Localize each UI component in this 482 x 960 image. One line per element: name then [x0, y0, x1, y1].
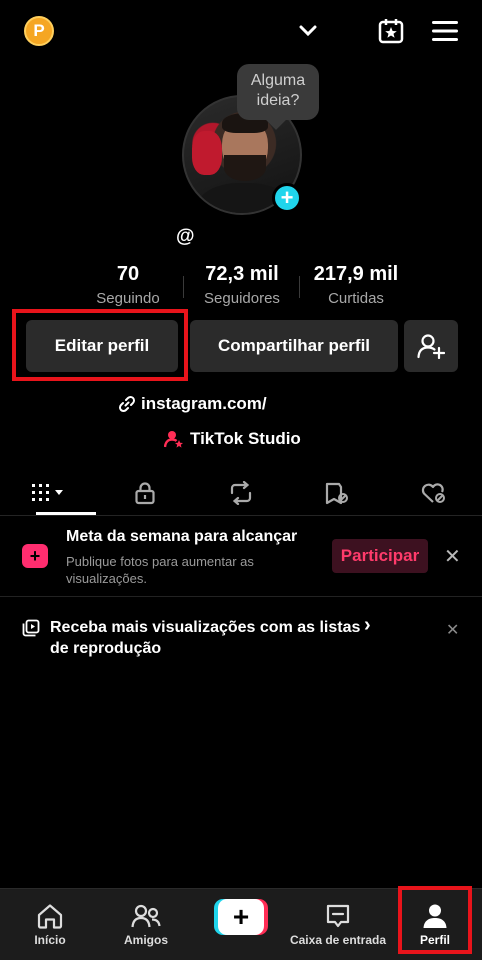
tiktok-studio-link[interactable]: TikTok Studio — [164, 429, 301, 449]
menu-icon[interactable] — [430, 18, 460, 44]
likes-label: Curtidas — [328, 290, 384, 307]
profile-handle: @ — [176, 226, 195, 247]
followers-count: 72,3 mil — [205, 263, 279, 285]
add-friend-button[interactable] — [404, 320, 458, 372]
create-icon: + — [218, 899, 264, 935]
link-text: instagram.com/ — [141, 394, 267, 413]
stat-following[interactable]: 70 Seguindo — [88, 263, 168, 307]
friends-icon — [131, 904, 161, 928]
liked-icon — [421, 482, 445, 503]
create-button[interactable]: + — [214, 899, 268, 935]
card-divider — [0, 596, 482, 597]
nav-inbox-label: Caixa de entrada — [289, 933, 387, 947]
highlight-box-edit — [12, 309, 188, 381]
inbox-icon — [326, 904, 350, 928]
chevron-down-icon[interactable] — [296, 20, 320, 42]
tab-private[interactable] — [96, 470, 192, 515]
stat-likes[interactable]: 217,9 mil Curtidas — [306, 263, 406, 307]
following-label: Seguindo — [96, 290, 160, 307]
nav-friends[interactable]: Amigos — [114, 889, 178, 960]
bubble-text: Alguma ideia? — [250, 72, 306, 109]
add-photo-plus-icon[interactable]: + — [272, 183, 302, 213]
chevron-right-icon[interactable]: › — [364, 614, 371, 637]
profile-tabs — [0, 470, 482, 516]
following-count: 70 — [116, 263, 140, 285]
active-tab-indicator — [36, 512, 96, 515]
favorites-icon — [326, 482, 349, 504]
studio-icon — [164, 431, 183, 448]
bio-link[interactable]: instagram.com/ — [118, 394, 267, 414]
add-friend-icon — [417, 334, 445, 359]
share-profile-button[interactable]: Compartilhar perfil — [190, 320, 398, 372]
stat-divider — [299, 276, 300, 298]
calendar-star-icon[interactable] — [376, 16, 406, 46]
highlight-box-profile — [398, 886, 472, 954]
tab-liked[interactable] — [386, 470, 482, 515]
nav-friends-label: Amigos — [123, 933, 168, 947]
tab-favorites[interactable] — [289, 470, 385, 515]
tab-videos[interactable] — [0, 470, 96, 515]
nav-inbox[interactable]: Caixa de entrada — [288, 889, 388, 960]
coin-icon[interactable]: P — [24, 16, 54, 46]
studio-text: TikTok Studio — [190, 429, 301, 448]
playlist-icon — [22, 619, 40, 642]
participate-button[interactable]: Participar — [332, 539, 428, 573]
close-icon[interactable]: ✕ — [444, 544, 461, 569]
repost-icon — [230, 480, 252, 505]
nav-home-label: Início — [34, 933, 66, 947]
home-icon — [37, 904, 63, 929]
goal-title: Meta da semana para alcançar — [66, 528, 298, 545]
stat-followers[interactable]: 72,3 mil Seguidores — [192, 263, 292, 307]
followers-label: Seguidores — [204, 290, 280, 307]
goal-plus-icon: + — [22, 544, 48, 568]
stat-divider — [183, 276, 184, 298]
tab-reposts[interactable] — [193, 470, 289, 515]
playlist-promo[interactable]: Receba mais visualizações com as listas … — [50, 617, 370, 659]
close-icon[interactable]: ✕ — [446, 620, 459, 640]
idea-bubble[interactable]: Alguma ideia? — [237, 64, 319, 120]
lock-icon — [135, 481, 155, 504]
playlist-text: Receba mais visualizações com as listas … — [50, 619, 361, 657]
goal-subtitle: Publique fotos para aumentar as visualiz… — [66, 554, 254, 586]
link-icon — [118, 395, 135, 413]
likes-count: 217,9 mil — [313, 263, 399, 285]
coin-letter: P — [33, 21, 45, 40]
nav-home[interactable]: Início — [20, 889, 80, 960]
videos-grid-icon — [32, 483, 64, 501]
